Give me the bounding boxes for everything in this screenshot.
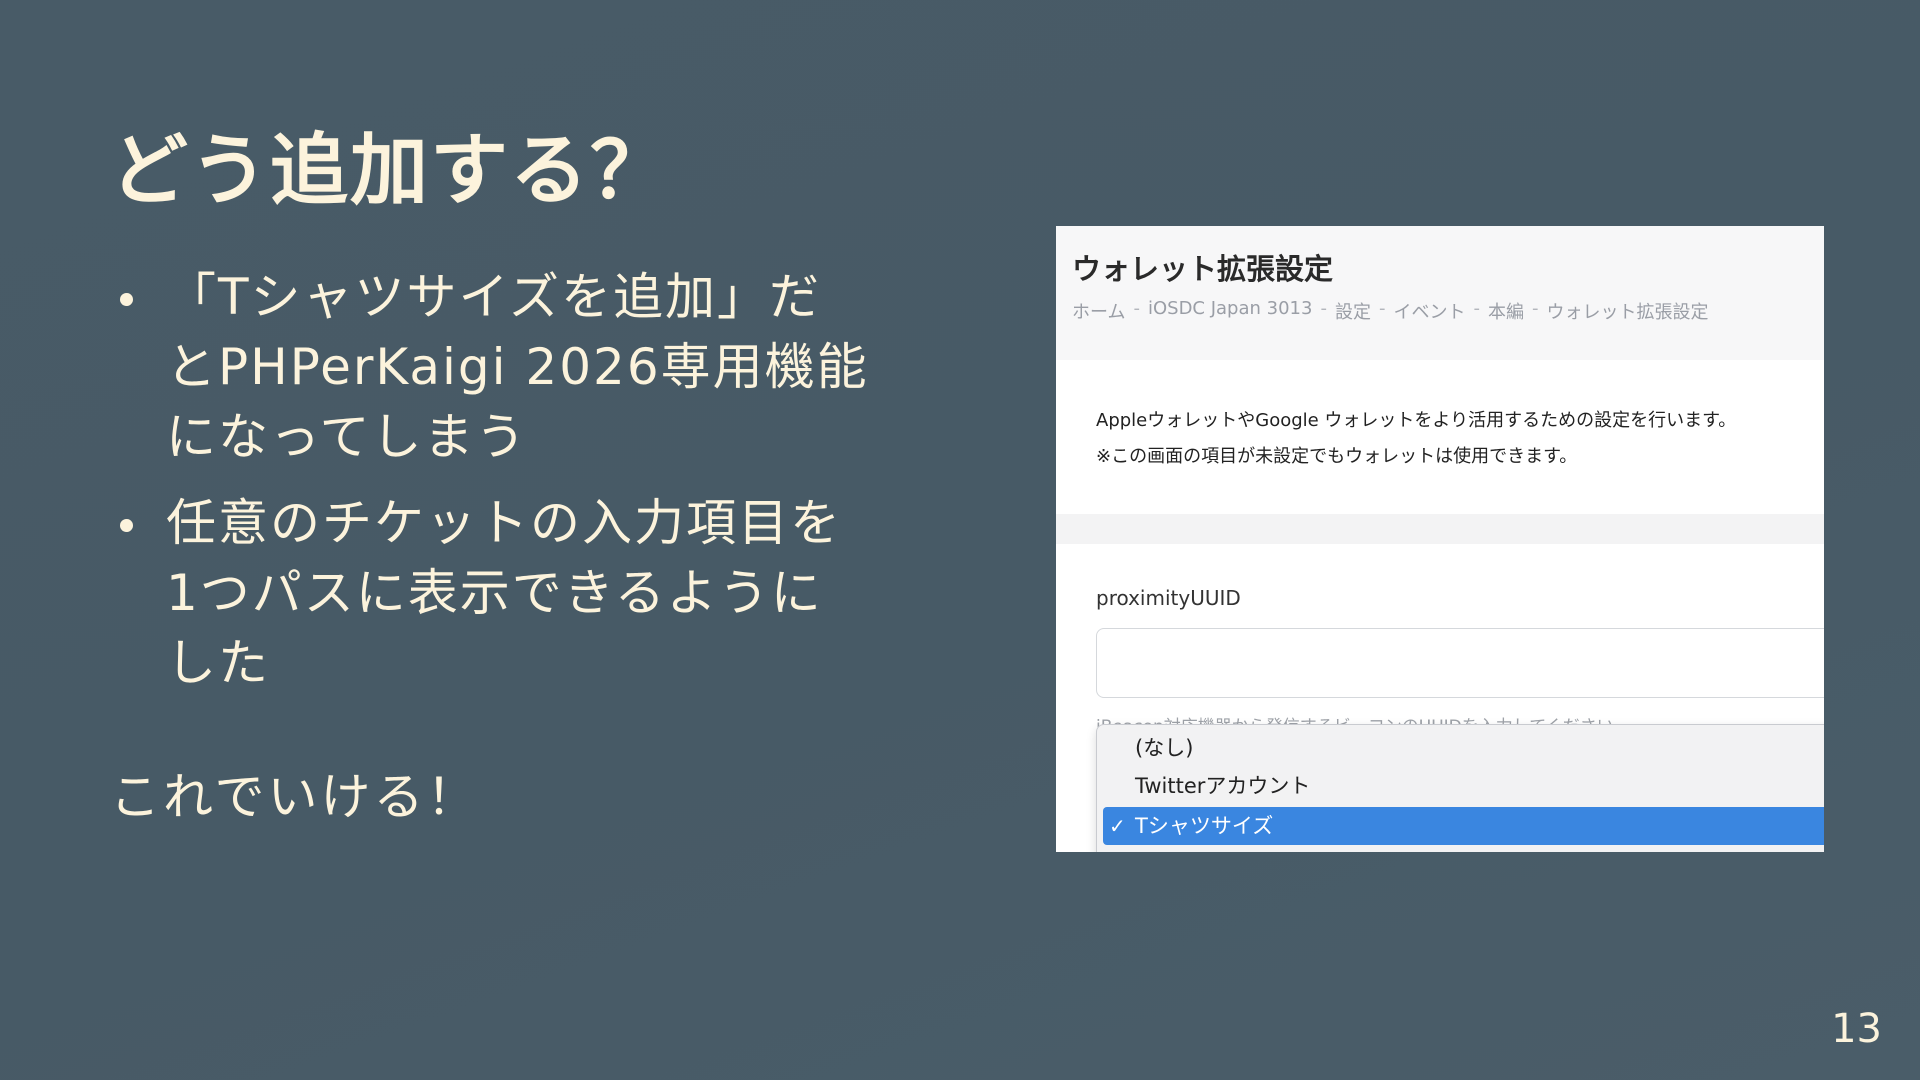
breadcrumb-separator: - [1531, 298, 1539, 319]
description-panel: AppleウォレットやGoogle ウォレットをより活用するための設定を行います… [1056, 360, 1824, 514]
dropdown-option-label: Tシャツサイズ [1135, 814, 1274, 838]
conclusion-text: これでいける！ [110, 768, 480, 826]
screenshot-page-title: ウォレット拡張設定 [1072, 252, 1334, 286]
breadcrumb-item-current: ウォレット拡張設定 [1546, 302, 1709, 323]
breadcrumb-separator: - [1473, 298, 1480, 319]
breadcrumb-item-event[interactable]: iOSDC Japan 3013 [1148, 298, 1312, 324]
bullet-dot-icon [120, 293, 133, 306]
bullet-item: 「Tシャツサイズを追加」だとPHPerKaigi 2026専用機能になってしまう [110, 262, 870, 472]
dropdown-option-twitter[interactable]: Twitterアカウント [1103, 767, 1824, 805]
breadcrumb-separator: - [1378, 298, 1386, 319]
screenshot-header: ウォレット拡張設定 ホーム - iOSDC Japan 3013 - 設定 - … [1056, 226, 1824, 360]
bullet-dot-icon [120, 519, 133, 532]
slide: どう追加する？ 「Tシャツサイズを追加」だとPHPerKaigi 2026専用機… [0, 0, 1920, 1080]
description-line: AppleウォレットやGoogle ウォレットをより活用するための設定を行います… [1096, 410, 1737, 431]
breadcrumb-separator: - [1320, 298, 1327, 319]
bullet-text: 「Tシャツサイズを追加」だとPHPerKaigi 2026専用機能になってしまう [166, 268, 869, 466]
description-note: ※この画面の項目が未設定でもウォレットは使用できます。 [1096, 446, 1578, 467]
dropdown-option-none[interactable]: (なし) [1103, 729, 1824, 767]
dropdown-option-tshirt-size[interactable]: ✓ Tシャツサイズ [1103, 807, 1824, 845]
proximity-uuid-input[interactable] [1096, 628, 1824, 698]
checkmark-icon: ✓ [1109, 814, 1126, 838]
bullet-text: 任意のチケットの入力項目を1つパスに表示できるようにした [166, 494, 842, 692]
breadcrumb-item-main[interactable]: 本編 [1488, 298, 1524, 324]
proximity-uuid-label: proximityUUID [1096, 586, 1241, 610]
breadcrumb-item-home[interactable]: ホーム [1072, 298, 1125, 324]
page-number: 13 [1831, 1006, 1882, 1052]
breadcrumb-item-settings[interactable]: 設定 [1335, 298, 1371, 324]
slide-title: どう追加する？ [110, 126, 671, 216]
breadcrumb-item-events[interactable]: イベント [1393, 298, 1465, 324]
settings-screenshot: ウォレット拡張設定 ホーム - iOSDC Japan 3013 - 設定 - … [1056, 226, 1824, 852]
breadcrumb: ホーム - iOSDC Japan 3013 - 設定 - イベント - 本編 … [1072, 298, 1708, 324]
section-divider [1056, 514, 1824, 544]
select-dropdown-menu[interactable]: (なし) Twitterアカウント ✓ Tシャツサイズ [1096, 724, 1824, 852]
bullet-list: 「Tシャツサイズを追加」だとPHPerKaigi 2026専用機能になってしまう… [110, 262, 870, 714]
breadcrumb-separator: - [1133, 298, 1140, 319]
bullet-item: 任意のチケットの入力項目を1つパスに表示できるようにした [110, 488, 870, 698]
